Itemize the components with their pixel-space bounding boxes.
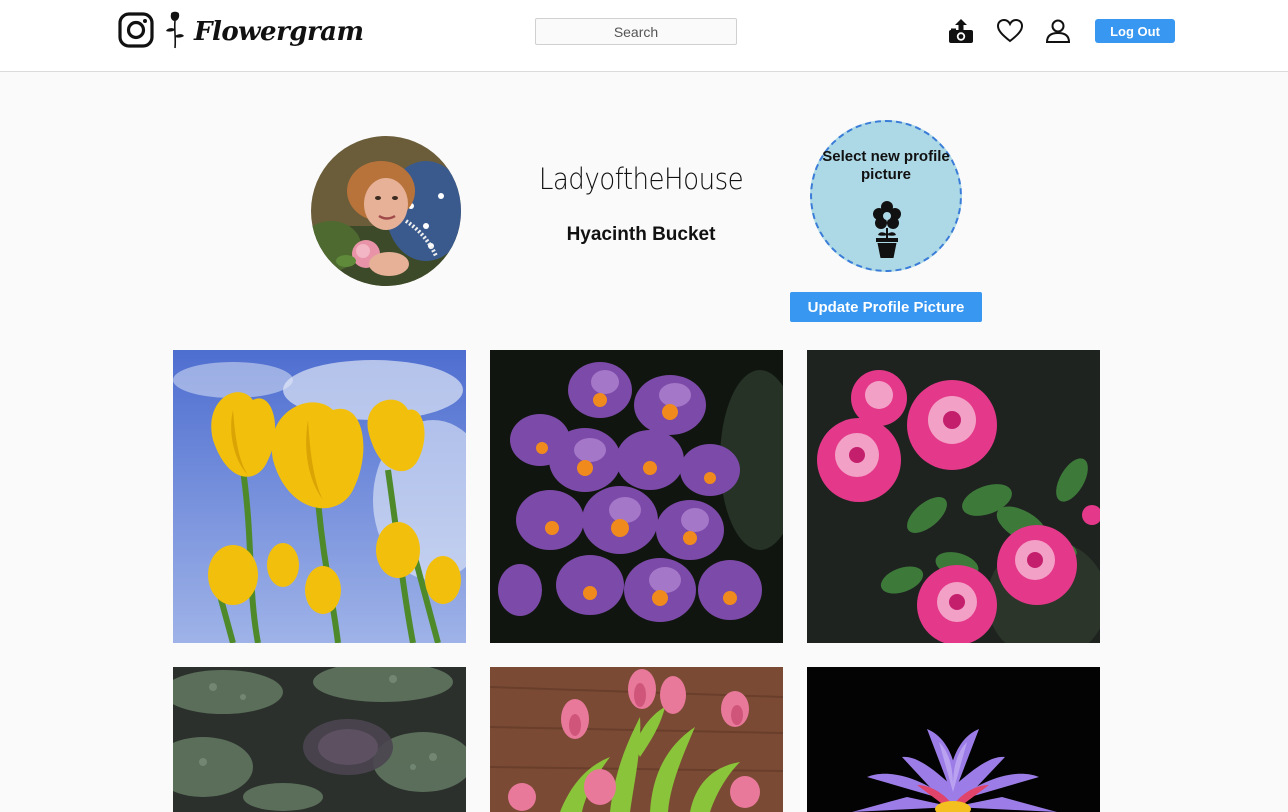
post-thumbnail-yellow-tulips[interactable] [173,350,466,643]
profile-picture-dropzone[interactable]: Select new profile picture [810,120,962,272]
instagram-logo-icon[interactable] [118,12,154,48]
flowerpot-icon [873,201,901,258]
camera-upload-icon[interactable] [948,18,974,44]
profile-full-name: Hyacinth Bucket [566,224,716,245]
top-navbar: Flowergram Log Out [0,0,1288,72]
dropzone-label: Select new profile picture [822,148,950,183]
post-thumbnail-lily-pads[interactable] [173,667,466,812]
profile-avatar [311,136,461,286]
post-thumbnail-pink-tulips[interactable] [490,667,783,812]
brand-name[interactable]: Flowergram [194,12,364,52]
post-thumbnail-pink-roses[interactable] [807,350,1100,643]
profile-username: LadyoftheHouse [538,162,744,196]
heart-icon[interactable] [997,18,1023,44]
user-icon[interactable] [1045,18,1071,44]
update-profile-picture-button[interactable]: Update Profile Picture [790,292,982,322]
post-thumbnail-purple-water-lily[interactable] [807,667,1100,812]
logout-button[interactable]: Log Out [1095,19,1175,43]
rose-logo-icon [166,11,184,49]
post-thumbnail-purple-crocuses[interactable] [490,350,783,643]
search-input[interactable] [535,18,737,45]
